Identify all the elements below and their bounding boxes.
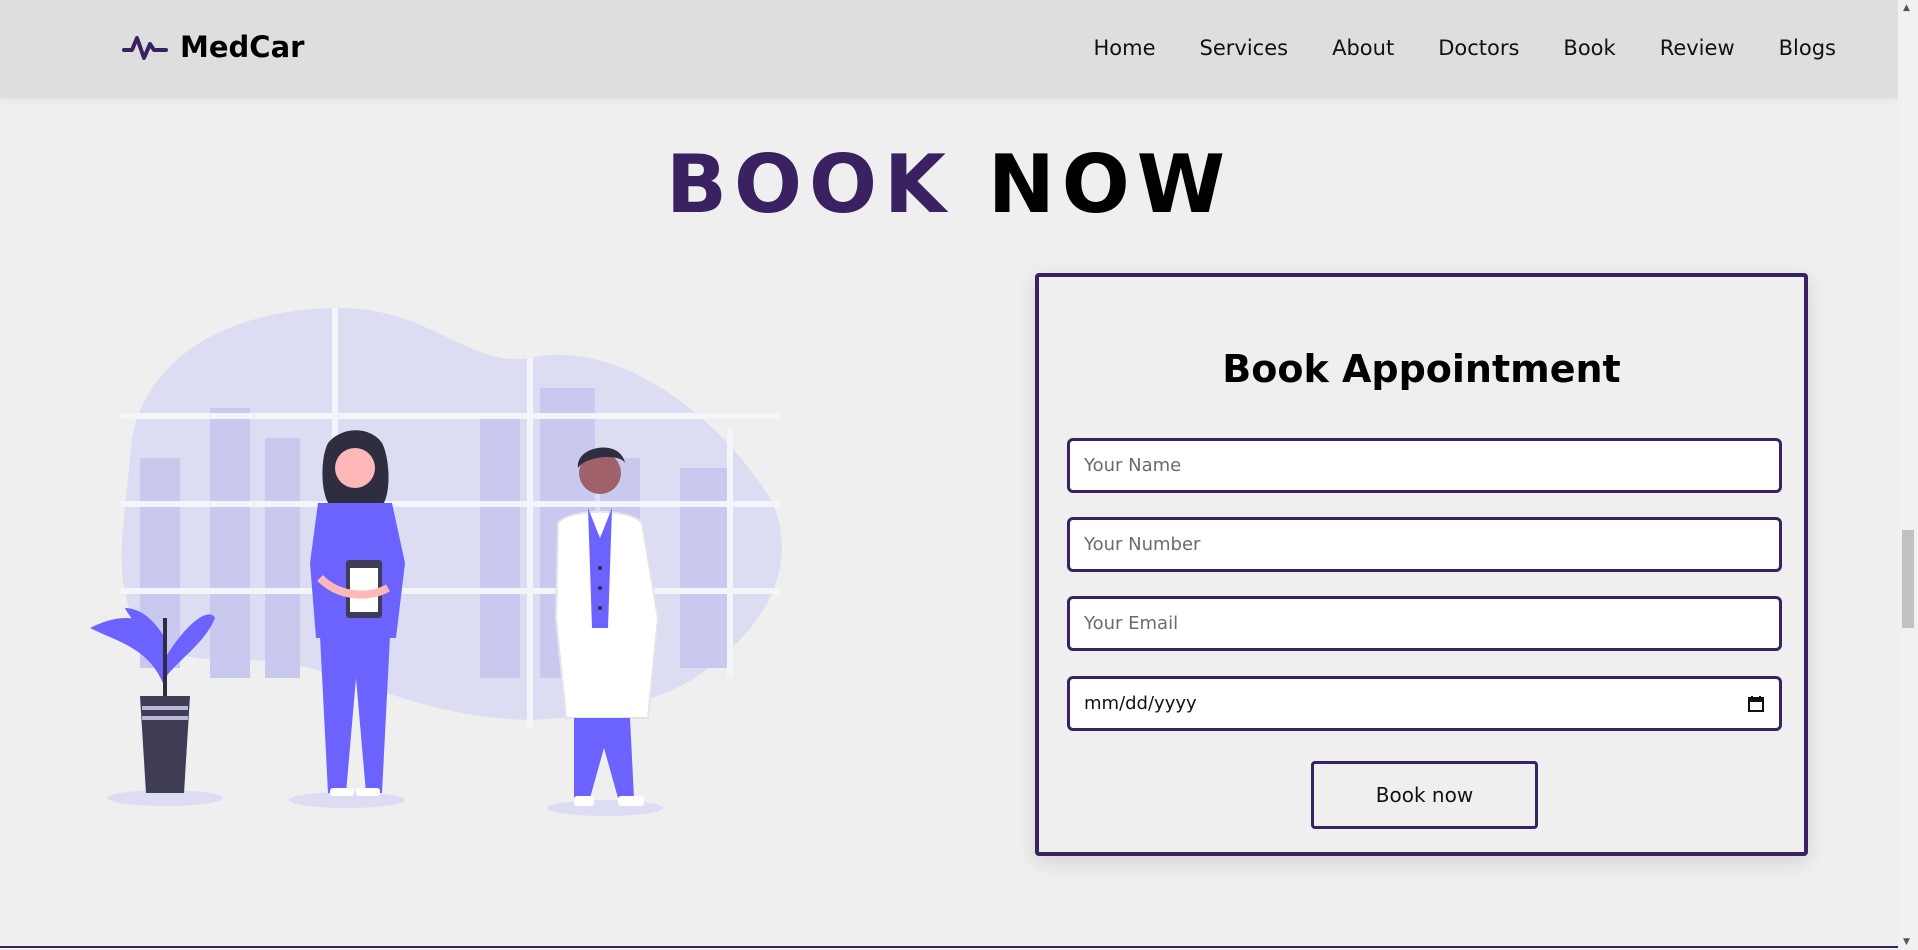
appointment-form: Book Appointment mm/dd/yyyy Book now xyxy=(1035,273,1808,856)
heartbeat-icon xyxy=(122,36,168,60)
heading-now: NOW xyxy=(987,138,1233,231)
nav-doctors[interactable]: Doctors xyxy=(1438,36,1519,60)
nav-home[interactable]: Home xyxy=(1094,36,1156,60)
date-placeholder: mm/dd/yyyy xyxy=(1084,693,1197,714)
number-input[interactable] xyxy=(1067,517,1782,572)
form-title: Book Appointment xyxy=(1222,347,1621,391)
main-nav: Home Services About Doctors Book Review … xyxy=(1094,36,1836,60)
calendar-icon[interactable] xyxy=(1747,695,1765,713)
section-divider xyxy=(0,946,1898,948)
nav-book[interactable]: Book xyxy=(1563,36,1615,60)
nav-blogs[interactable]: Blogs xyxy=(1779,36,1836,60)
scrollbar-thumb[interactable] xyxy=(1902,530,1914,628)
brand-logo[interactable]: MedCar xyxy=(122,30,304,64)
site-header: MedCar Home Services About Doctors Book … xyxy=(0,0,1898,98)
date-input[interactable]: mm/dd/yyyy xyxy=(1067,676,1782,731)
heading-book: BOOK xyxy=(665,138,953,231)
nav-services[interactable]: Services xyxy=(1200,36,1289,60)
page-scrollbar[interactable]: ▲ ▼ xyxy=(1898,0,1918,950)
doctors-illustration xyxy=(90,308,782,816)
name-input[interactable] xyxy=(1067,438,1782,493)
email-input[interactable] xyxy=(1067,596,1782,651)
nav-review[interactable]: Review xyxy=(1660,36,1735,60)
book-now-button[interactable]: Book now xyxy=(1311,761,1538,829)
brand-name: MedCar xyxy=(180,30,305,64)
section-heading: BOOK NOW xyxy=(0,138,1898,231)
scroll-down-icon[interactable]: ▼ xyxy=(1903,937,1910,947)
scroll-up-icon[interactable]: ▲ xyxy=(1903,3,1910,13)
nav-about[interactable]: About xyxy=(1332,36,1394,60)
